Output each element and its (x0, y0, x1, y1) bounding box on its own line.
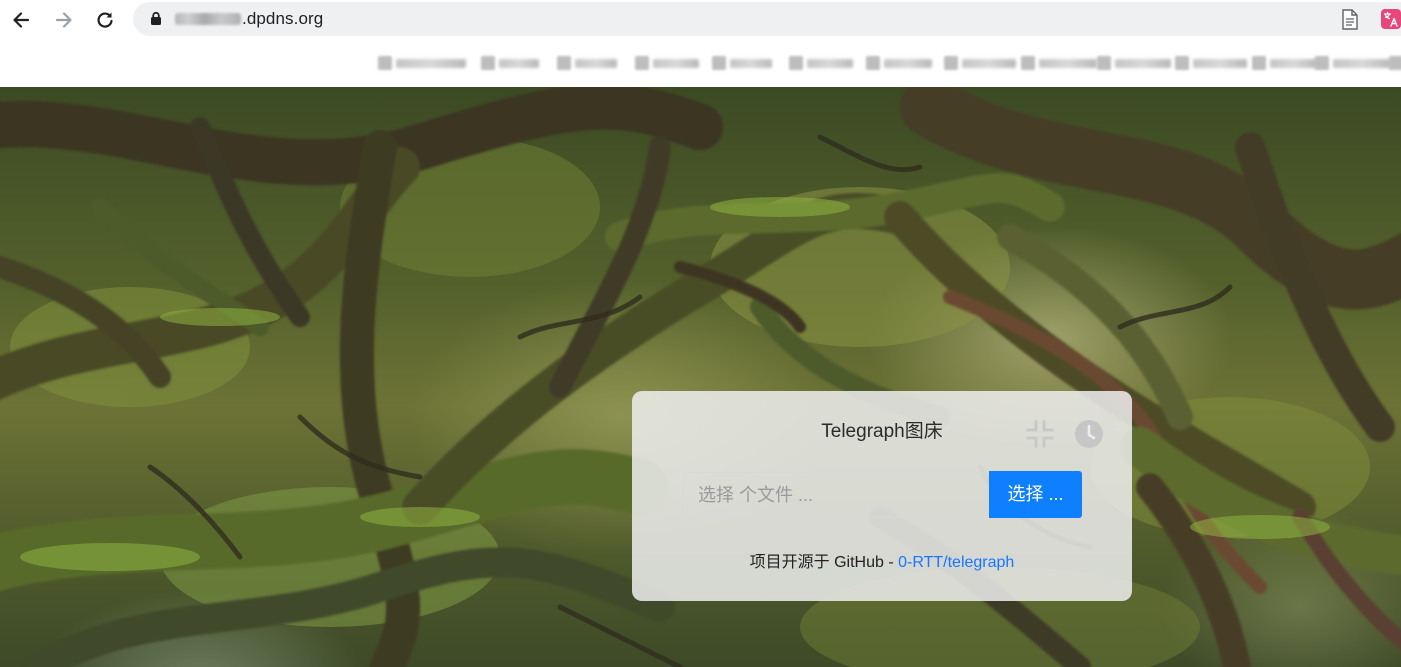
bookmark-item[interactable] (1175, 55, 1247, 71)
bookmark-item[interactable] (866, 55, 932, 71)
bookmark-item[interactable] (712, 55, 772, 71)
bookmarks-bar (0, 40, 1401, 87)
reload-button[interactable] (91, 6, 119, 34)
address-bar[interactable]: .dpdns.org (133, 2, 1401, 36)
bookmark-item[interactable] (1315, 55, 1391, 71)
bookmark-item[interactable] (1389, 55, 1401, 71)
upload-card: Telegraph图床 选择 个文件 ... 选择 ... 项目开源于 GitH… (632, 391, 1132, 601)
bookmark-item[interactable] (1252, 55, 1318, 71)
translate-icon[interactable] (1381, 9, 1401, 29)
footer-text: 项目开源于 GitHub - 0-RTT/telegraph (632, 553, 1132, 573)
bookmark-item[interactable] (944, 55, 1016, 71)
forward-arrow-icon (55, 12, 72, 28)
bookmark-item[interactable] (557, 55, 617, 71)
browser-toolbar: .dpdns.org (0, 0, 1401, 40)
forward-button[interactable] (50, 6, 78, 34)
page-title: Telegraph图床 (821, 421, 943, 442)
reload-icon (97, 12, 113, 28)
back-arrow-icon (13, 12, 30, 28)
url-text[interactable]: .dpdns.org (175, 9, 323, 29)
bookmark-item[interactable] (481, 55, 539, 71)
bookmark-item[interactable] (789, 55, 853, 71)
file-input[interactable]: 选择 个文件 ... (683, 472, 989, 518)
reader-mode-icon[interactable] (1341, 9, 1359, 30)
choose-file-button[interactable]: 选择 ... (989, 471, 1082, 518)
compress-icon[interactable] (1026, 420, 1054, 448)
history-icon[interactable] (1073, 418, 1105, 450)
bookmark-item[interactable] (378, 55, 466, 71)
back-button[interactable] (7, 6, 35, 34)
github-repo-link[interactable]: 0-RTT/telegraph (898, 554, 1014, 571)
bookmark-item[interactable] (1021, 55, 1097, 71)
lock-icon[interactable] (150, 11, 162, 26)
footer-prefix: 项目开源于 GitHub - (749, 554, 899, 571)
bookmark-item[interactable] (635, 55, 699, 71)
bookmark-item[interactable] (1097, 55, 1171, 71)
